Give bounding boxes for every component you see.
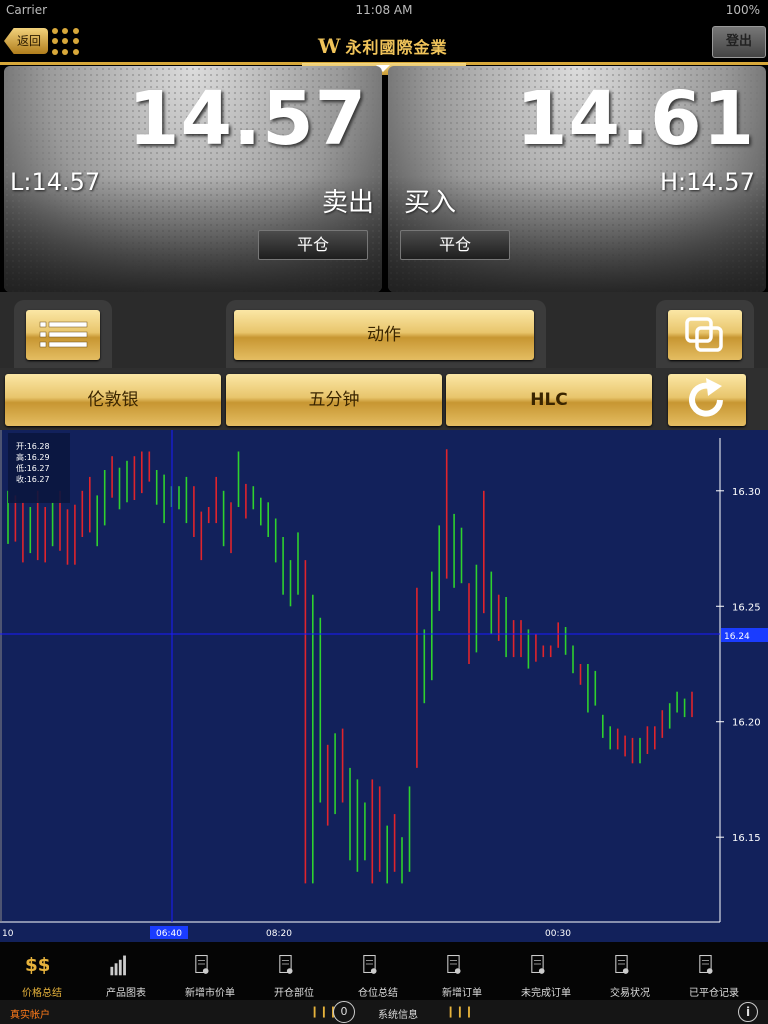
svg-text:$$: $$ [25, 955, 49, 976]
tab-price-summary[interactable]: $$ 价格总结 [0, 942, 84, 1000]
new-order-icon [447, 955, 461, 974]
tab-label: 产品图表 [106, 988, 146, 999]
y-tick-label: 16.30 [732, 487, 761, 498]
y-tick-label: 16.20 [732, 718, 761, 729]
tab-label: 开仓部位 [274, 988, 314, 999]
tab-label: 仓位总结 [358, 988, 398, 999]
account-type-label: 真实帐户 [10, 1010, 50, 1021]
tab-label: 价格总结 [22, 988, 62, 999]
crosshair-price-label: 16.24 [724, 632, 750, 642]
buy-close-button[interactable]: 平仓 [400, 230, 510, 260]
interval-selector[interactable]: 五分钟 [226, 374, 442, 426]
footer-bar: 真实帐户 ❙❙❙ 0 系统信息 ❙❙❙ i [0, 1000, 768, 1024]
grid-menu-icon[interactable] [52, 28, 80, 56]
trade-status-icon [615, 955, 629, 974]
tab-closed-record[interactable]: 已平仓记录 [672, 942, 756, 1000]
back-button[interactable]: 返回 [4, 28, 48, 54]
brand-mark: W [318, 34, 342, 58]
bar-chart-icon [110, 955, 126, 976]
ohlc-high: 高:16.29 [16, 452, 50, 462]
logout-button[interactable]: 登出 [712, 26, 766, 58]
copy-icon [685, 317, 723, 352]
info-icon[interactable]: i [738, 1002, 758, 1022]
hlc-chart[interactable]: 16.3016.2516.2016.15 10 08:20 00:30 06:40 … [0, 430, 768, 942]
tab-label: 新增市价单 [185, 988, 235, 999]
action-row: 动作 [0, 292, 768, 368]
product-selector[interactable]: 伦敦银 [5, 374, 221, 426]
x-tick-label: 10 [2, 929, 14, 939]
action-button[interactable]: 动作 [234, 310, 534, 360]
x-tick-label: 00:30 [545, 929, 571, 939]
brand-name: 永利國際金業 [345, 38, 448, 57]
sell-panel[interactable]: 14.57 L:14.57 卖出 平仓 [4, 66, 382, 292]
tab-label: 交易状况 [610, 988, 650, 999]
closed-record-icon [699, 955, 713, 974]
copy-button[interactable] [668, 310, 742, 360]
buy-price: 14.61 [516, 76, 756, 162]
crosshair-time-label: 06:40 [156, 929, 182, 939]
tab-trade-status[interactable]: 交易状况 [588, 942, 672, 1000]
y-tick-label: 16.15 [732, 833, 761, 844]
high-price: H:14.57 [660, 168, 755, 196]
price-summary-icon: $$ [25, 955, 49, 976]
tab-bar: $$ 价格总结 产品图表 新增市价单 开仓部位 仓位总结 新增订单 未完成订单 交易状况 已平仓记… [0, 942, 768, 1000]
notification-badge[interactable]: 0 [333, 1001, 355, 1023]
brand-logo: W 永利國際金業 [318, 34, 447, 58]
y-tick-label: 16.25 [732, 602, 761, 613]
tab-label: 未完成订单 [521, 988, 571, 999]
battery-label: 100% [725, 3, 760, 17]
ohlc-close: 收:16.27 [16, 474, 50, 484]
nav-bar: 返回 W 永利國際金業 登出 [0, 22, 768, 65]
ohlc-open: 开:16.28 [16, 442, 50, 451]
tab-label: 已平仓记录 [689, 988, 739, 999]
tab-label: 新增订单 [442, 988, 482, 999]
refresh-button[interactable] [668, 374, 746, 426]
tab-open-position[interactable]: 开仓部位 [252, 942, 336, 1000]
chart-style-selector[interactable]: HLC [446, 374, 652, 426]
open-position-icon [279, 955, 293, 974]
ohlc-low: 低:16.27 [16, 463, 50, 473]
tab-new-market-order[interactable]: 新增市价单 [168, 942, 252, 1000]
new-market-order-icon [195, 955, 209, 974]
sell-label: 卖出 [322, 188, 375, 218]
tab-position-summary[interactable]: 仓位总结 [336, 942, 420, 1000]
buy-label: 买入 [404, 188, 457, 218]
list-button[interactable] [26, 310, 100, 360]
sell-close-button[interactable]: 平仓 [258, 230, 368, 260]
pending-order-icon [531, 955, 545, 974]
x-tick-label: 08:20 [266, 929, 292, 939]
sell-price: 14.57 [128, 76, 368, 162]
price-chart[interactable]: 16.30 16.25 16.20 16.15 10 08:20 00:30 06:40 … [0, 430, 768, 942]
position-summary-icon [363, 955, 377, 974]
grip-right-icon: ❙❙❙ [446, 1005, 474, 1018]
tab-new-order[interactable]: 新增订单 [420, 942, 504, 1000]
status-bar: Carrier 11:08 AM 100% [0, 0, 768, 22]
tab-bar-chart[interactable]: 产品图表 [84, 942, 168, 1000]
buy-panel[interactable]: 14.61 H:14.57 买入 平仓 [388, 66, 766, 292]
clock: 11:08 AM [355, 3, 413, 17]
tab-pending-order[interactable]: 未完成订单 [504, 942, 588, 1000]
selector-row: 伦敦银 五分钟 HLC [0, 368, 768, 430]
refresh-icon [689, 378, 723, 417]
list-icon [39, 321, 88, 348]
system-info-label[interactable]: 系统信息 [378, 1006, 418, 1021]
low-price: L:14.57 [10, 168, 101, 196]
